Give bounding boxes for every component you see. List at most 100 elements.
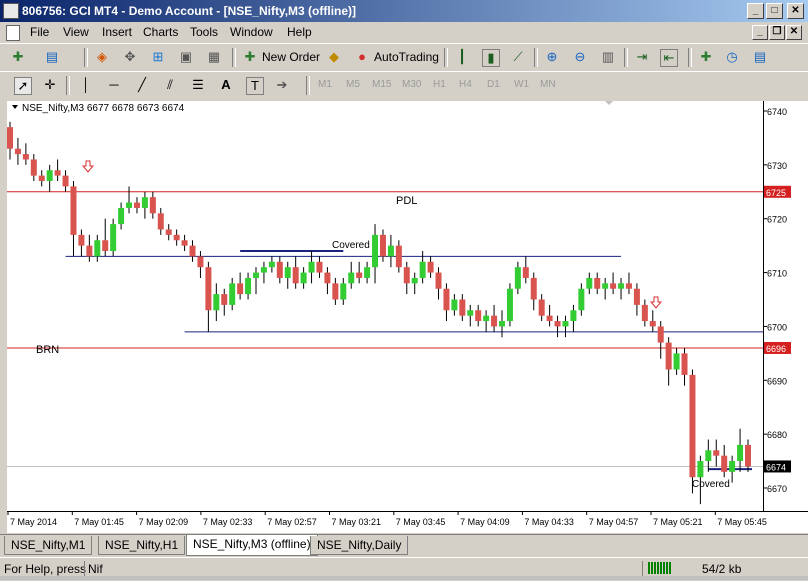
candle-body bbox=[268, 261, 275, 268]
price-tag-label: 6725 bbox=[766, 188, 786, 198]
time-tick-label: 7 May 02:33 bbox=[203, 517, 253, 527]
menu-window[interactable]: Window bbox=[230, 25, 273, 39]
candle-body bbox=[348, 272, 355, 284]
tab-nse-nifty-m1[interactable]: NSE_Nifty,M1 bbox=[4, 536, 93, 555]
indicators-icon[interactable]: ✚ bbox=[698, 49, 714, 65]
zoom-out-icon[interactable]: ⊖ bbox=[572, 49, 588, 65]
mdi-minimize-button[interactable]: _ bbox=[752, 25, 768, 40]
menu-view[interactable]: View bbox=[63, 25, 89, 39]
candlestick-icon[interactable]: ▮ bbox=[482, 49, 500, 67]
covered-label-2[interactable]: Covered bbox=[692, 479, 730, 490]
fibonacci-icon[interactable]: ☰ bbox=[190, 77, 206, 93]
maximize-button[interactable]: □ bbox=[766, 3, 783, 19]
chart-shift-icon[interactable]: ⇥ bbox=[634, 49, 650, 65]
line-studies-toolbar: ➚ ✛ │ ─ ╱ ⫽ ☰ A T ➔ M1 M5 M15 M30 H1 H4 … bbox=[0, 71, 808, 100]
timeframe-w1[interactable]: W1 bbox=[514, 79, 529, 90]
strategy-tester-icon[interactable]: ▦ bbox=[206, 49, 222, 65]
candle-body bbox=[7, 127, 13, 149]
bar-chart-icon[interactable]: ┃ bbox=[454, 49, 470, 65]
candle-body bbox=[625, 283, 632, 289]
minimize-button[interactable]: _ bbox=[747, 3, 764, 19]
timeframe-d1[interactable]: D1 bbox=[487, 79, 500, 90]
vertical-line-icon[interactable]: │ bbox=[78, 77, 94, 93]
candle-body bbox=[514, 267, 521, 289]
text-tool-icon[interactable]: A bbox=[218, 77, 234, 93]
timeframe-h1[interactable]: H1 bbox=[433, 79, 446, 90]
candle-body bbox=[387, 245, 394, 257]
candle-body bbox=[356, 272, 363, 278]
window-title: 806756: GCI MT4 - Demo Account - [NSE_Ni… bbox=[22, 4, 357, 18]
cursor-icon[interactable]: ➚ bbox=[14, 77, 32, 95]
zoom-in-icon[interactable]: ⊕ bbox=[544, 49, 560, 65]
connection-indicator-icon bbox=[648, 562, 688, 574]
timeframe-m15[interactable]: M15 bbox=[372, 79, 391, 90]
horizontal-line-icon[interactable]: ─ bbox=[106, 77, 122, 93]
candle-body bbox=[260, 267, 267, 273]
candle-body bbox=[253, 272, 259, 278]
navigator-icon[interactable]: ✥ bbox=[122, 49, 138, 65]
new-order-icon[interactable]: ✚ bbox=[242, 49, 258, 65]
window-titlebar[interactable]: 806756: GCI MT4 - Demo Account - [NSE_Ni… bbox=[0, 0, 808, 22]
price-tick-label: 6720 bbox=[767, 215, 787, 225]
candle-body bbox=[364, 267, 371, 278]
candle-body bbox=[737, 444, 744, 462]
menu-file[interactable]: File bbox=[30, 25, 49, 39]
menu-charts[interactable]: Charts bbox=[143, 25, 178, 39]
candle-body bbox=[78, 234, 85, 246]
new-order-button[interactable]: New Order bbox=[262, 50, 320, 64]
timeframe-m1[interactable]: M1 bbox=[318, 79, 332, 90]
candle-body bbox=[546, 315, 553, 322]
timeframe-m30[interactable]: M30 bbox=[402, 79, 421, 90]
candle-body bbox=[467, 310, 474, 316]
tab-nse-nifty-h1[interactable]: NSE_Nifty,H1 bbox=[98, 536, 186, 555]
candle-body bbox=[189, 245, 196, 257]
chart-window[interactable]: NSE_Nifty,M3 6677 6678 6673 6674 PDL BRN C… bbox=[0, 99, 808, 533]
profiles-icon[interactable]: ▤ bbox=[44, 49, 60, 65]
covered-label-1[interactable]: Covered bbox=[332, 240, 370, 251]
equidistant-channel-icon[interactable]: ⫽ bbox=[162, 77, 178, 93]
templates-icon[interactable]: ▤ bbox=[752, 49, 768, 65]
mdi-restore-button[interactable]: ❐ bbox=[769, 25, 785, 40]
autotrading-button[interactable]: AutoTrading bbox=[374, 50, 439, 64]
trendline-icon[interactable]: ╱ bbox=[134, 77, 150, 93]
crosshair-icon[interactable]: ✛ bbox=[42, 77, 58, 93]
tab-nse-nifty-daily[interactable]: NSE_Nifty,Daily bbox=[310, 536, 409, 555]
timeframe-m5[interactable]: M5 bbox=[346, 79, 360, 90]
market-watch-icon[interactable]: ◈ bbox=[94, 49, 110, 65]
tile-windows-icon[interactable]: ▥ bbox=[600, 49, 616, 65]
pdl-label[interactable]: PDL bbox=[396, 195, 417, 207]
time-tick-label: 7 May 05:45 bbox=[717, 517, 767, 527]
close-button[interactable]: ✕ bbox=[787, 3, 804, 19]
candle-body bbox=[657, 326, 664, 343]
menu-help[interactable]: Help bbox=[287, 25, 312, 39]
time-tick-label: 7 May 01:45 bbox=[74, 517, 124, 527]
new-chart-icon[interactable]: ✚ bbox=[10, 49, 26, 65]
line-chart-icon[interactable]: ⟋ bbox=[510, 49, 526, 65]
terminal-icon[interactable]: ▣ bbox=[178, 49, 194, 65]
candle-body bbox=[419, 261, 426, 278]
timeframe-mn[interactable]: MN bbox=[540, 79, 556, 90]
tab-nse-nifty-m3-offline[interactable]: NSE_Nifty,M3 (offline) bbox=[186, 535, 318, 556]
candle-body bbox=[618, 283, 625, 289]
time-tick-label: 7 May 02:57 bbox=[267, 517, 317, 527]
candle-body bbox=[451, 299, 458, 311]
plot-area bbox=[7, 101, 763, 511]
autotrading-icon[interactable]: ● bbox=[354, 49, 370, 65]
mdi-close-button[interactable]: ✕ bbox=[786, 25, 802, 40]
brn-label[interactable]: BRN bbox=[36, 344, 59, 356]
menu-insert[interactable]: Insert bbox=[102, 25, 132, 39]
time-tick-label: 7 May 03:45 bbox=[396, 517, 446, 527]
candle-body bbox=[54, 170, 61, 176]
candle-body bbox=[30, 159, 37, 176]
periods-icon[interactable]: ◷ bbox=[724, 49, 740, 65]
metaeditor-icon[interactable]: ◆ bbox=[326, 49, 342, 65]
chart-tabs: NSE_Nifty,M1 NSE_Nifty,H1 NSE_Nifty,M3 (… bbox=[0, 534, 808, 557]
arrows-icon[interactable]: ➔ bbox=[274, 77, 290, 93]
auto-scroll-icon[interactable]: ⇤ bbox=[660, 49, 678, 67]
menu-tools[interactable]: Tools bbox=[190, 25, 218, 39]
data-window-icon[interactable]: ⊞ bbox=[150, 49, 166, 65]
timeframe-h4[interactable]: H4 bbox=[459, 79, 472, 90]
candle-body bbox=[665, 342, 672, 370]
price-chart[interactable]: NSE_Nifty,M3 6677 6678 6673 6674 PDL BRN C… bbox=[0, 99, 808, 533]
text-label-icon[interactable]: T bbox=[246, 77, 264, 95]
